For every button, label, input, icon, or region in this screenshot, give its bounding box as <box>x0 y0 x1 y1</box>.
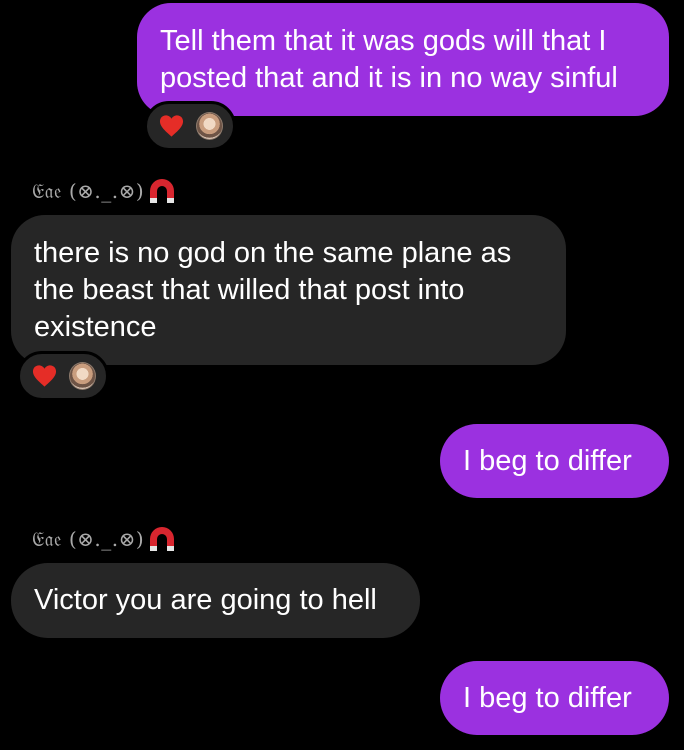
sender-name: 𝔈𝔞𝔢 (⊗._.⊗) <box>32 524 177 554</box>
message-bubble-incoming[interactable]: Victor you are going to hell <box>11 563 420 638</box>
heart-icon <box>32 365 57 387</box>
heart-icon <box>159 115 184 137</box>
message-bubble-outgoing[interactable]: I beg to differ <box>440 424 669 498</box>
message-bubble-outgoing[interactable]: Tell them that it was gods will that I p… <box>137 3 669 116</box>
message-reactions[interactable] <box>17 351 109 401</box>
message-bubble-incoming[interactable]: there is no god on the same plane as the… <box>11 215 566 365</box>
sender-name: 𝔈𝔞𝔢 (⊗._.⊗) <box>32 176 177 206</box>
reactor-avatar[interactable] <box>69 362 96 390</box>
magnet-icon <box>150 179 175 203</box>
message-reactions[interactable] <box>144 101 236 151</box>
sender-name-text: 𝔈𝔞𝔢 (⊗._.⊗) <box>32 179 145 203</box>
magnet-icon <box>150 527 175 551</box>
reactor-avatar[interactable] <box>196 112 223 140</box>
message-bubble-outgoing[interactable]: I beg to differ <box>440 661 669 735</box>
sender-name-text: 𝔈𝔞𝔢 (⊗._.⊗) <box>32 527 145 551</box>
